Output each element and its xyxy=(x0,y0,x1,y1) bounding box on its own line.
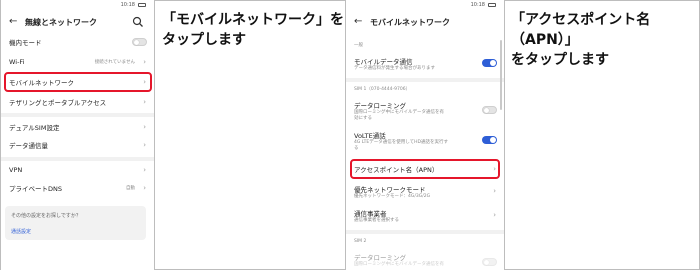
chevron-right-icon: › xyxy=(493,187,496,195)
battery-icon xyxy=(138,3,146,7)
list-item-data-roaming-sim2[interactable]: データローミング 国際ローミング中にモバイルデータ通信を有 xyxy=(346,250,504,270)
chevron-right-icon: › xyxy=(143,141,146,149)
back-arrow-icon[interactable]: ← xyxy=(354,17,364,27)
mobile-data-toggle[interactable] xyxy=(482,59,497,67)
clock: 10:18 xyxy=(120,2,135,8)
instruction-line: タップします xyxy=(162,32,246,48)
status-bar: 10:18 xyxy=(1,0,154,10)
divider xyxy=(1,157,154,161)
list-item-tethering[interactable]: テザリングとポータブルアクセス › xyxy=(1,94,154,110)
chevron-right-icon: › xyxy=(143,98,146,106)
search-icon[interactable] xyxy=(132,16,144,28)
list-item-label: プライベートDNS xyxy=(9,185,62,193)
chevron-right-icon: › xyxy=(143,166,146,174)
call-settings-link[interactable]: 通話設定 xyxy=(11,228,31,235)
list-item-data-usage[interactable]: データ通信量 › xyxy=(1,137,154,153)
panel-divider xyxy=(154,0,155,270)
airplane-mode-toggle[interactable] xyxy=(132,38,147,46)
list-item-sub: データ通信料が発生する場合があります xyxy=(354,66,435,71)
instruction-step-2: 「アクセスポイント名（APN）」 をタップします xyxy=(511,10,700,70)
list-item-sub: 優先ネットワークモード：4G/3G/2G xyxy=(354,194,431,199)
list-item-sub: 通信事業者を選択する xyxy=(354,218,399,223)
chevron-right-icon: › xyxy=(493,211,496,219)
phone-screen-wireless: 10:18 ← 無線とネットワーク 機内モード Wi-Fi 接続されていません … xyxy=(1,0,154,270)
list-item-label: Wi-Fi xyxy=(9,58,25,66)
list-item-airplane-mode[interactable]: 機内モード xyxy=(1,34,154,50)
list-item-preferred-network[interactable]: 優先ネットワークモード 優先ネットワークモード：4G/3G/2G › xyxy=(346,182,504,202)
chevron-right-icon: › xyxy=(143,58,146,66)
data-roaming-sim2-toggle[interactable] xyxy=(482,258,497,266)
clock: 10:18 xyxy=(470,2,485,8)
highlight-box xyxy=(350,159,500,179)
page-title: 無線とネットワーク xyxy=(25,17,97,27)
help-card: その他の設定をお探しですか？ 通話設定 xyxy=(5,206,146,240)
list-item-label: 機内モード xyxy=(9,39,42,47)
header: ← モバイルネットワーク xyxy=(346,12,504,32)
list-item-volte[interactable]: VoLTE通話 4G LTEデータ通信を使用してHD通話を実行す る xyxy=(346,128,504,154)
chevron-right-icon: › xyxy=(143,184,146,192)
scrollbar[interactable] xyxy=(500,40,502,110)
volte-toggle[interactable] xyxy=(482,136,497,144)
section-header-sim2: SIM 2 xyxy=(354,239,367,244)
data-roaming-toggle[interactable] xyxy=(482,106,497,114)
list-item-sub: 効にする xyxy=(354,116,373,121)
highlight-box xyxy=(4,72,152,92)
divider xyxy=(346,78,504,82)
phone-screen-mobile-network: 10:18 ← モバイルネットワーク 一般 モバイルデータ通信 データ通信料が発… xyxy=(346,0,504,270)
help-question: その他の設定をお探しですか？ xyxy=(11,213,81,219)
list-item-mobile-data[interactable]: モバイルデータ通信 データ通信料が発生する場合があります xyxy=(346,54,504,74)
list-item-label: テザリングとポータブルアクセス xyxy=(9,99,107,107)
panel-divider xyxy=(504,0,505,270)
section-header-general: 一般 xyxy=(354,43,363,48)
list-item-wifi[interactable]: Wi-Fi 接続されていません › xyxy=(1,54,154,70)
back-arrow-icon[interactable]: ← xyxy=(9,17,19,27)
list-item-label: VPN xyxy=(9,166,23,174)
chevron-right-icon: › xyxy=(143,123,146,131)
list-item-carrier[interactable]: 通信事業者 通信事業者を選択する › xyxy=(346,206,504,226)
list-item-data-roaming[interactable]: データローミング 国際ローミング中にモバイルデータ通信を有 効にする xyxy=(346,98,504,124)
divider xyxy=(346,230,504,234)
list-item-sub: 4G LTEデータ通信を使用してHD通話を実行す xyxy=(354,140,448,145)
list-item-label: データ通信量 xyxy=(9,142,48,150)
wifi-status-value: 接続されていません xyxy=(94,60,135,65)
list-item-private-dns[interactable]: プライベートDNS 自動 › xyxy=(1,180,154,196)
list-item-label: デュアルSIM設定 xyxy=(9,124,60,132)
section-header-sim1: SIM 1（070-4444-9706） xyxy=(354,87,411,92)
page-title: モバイルネットワーク xyxy=(370,17,450,27)
instruction-step-1: 「モバイルネットワーク」を タップします xyxy=(162,10,344,50)
list-item-vpn[interactable]: VPN › xyxy=(1,162,154,178)
instruction-line: 「モバイルネットワーク」を xyxy=(162,12,344,28)
list-item-sub: る xyxy=(354,146,359,151)
instruction-line: 「アクセスポイント名（APN）」 xyxy=(511,12,651,48)
list-item-sub: 国際ローミング中にモバイルデータ通信を有 xyxy=(354,262,444,267)
divider xyxy=(1,113,154,117)
battery-icon xyxy=(488,3,496,7)
status-bar: 10:18 xyxy=(346,0,504,10)
list-item-dual-sim[interactable]: デュアルSIM設定 › xyxy=(1,119,154,135)
private-dns-value: 自動 xyxy=(126,186,135,191)
instruction-line: をタップします xyxy=(511,52,609,68)
header: ← 無線とネットワーク xyxy=(1,12,154,32)
